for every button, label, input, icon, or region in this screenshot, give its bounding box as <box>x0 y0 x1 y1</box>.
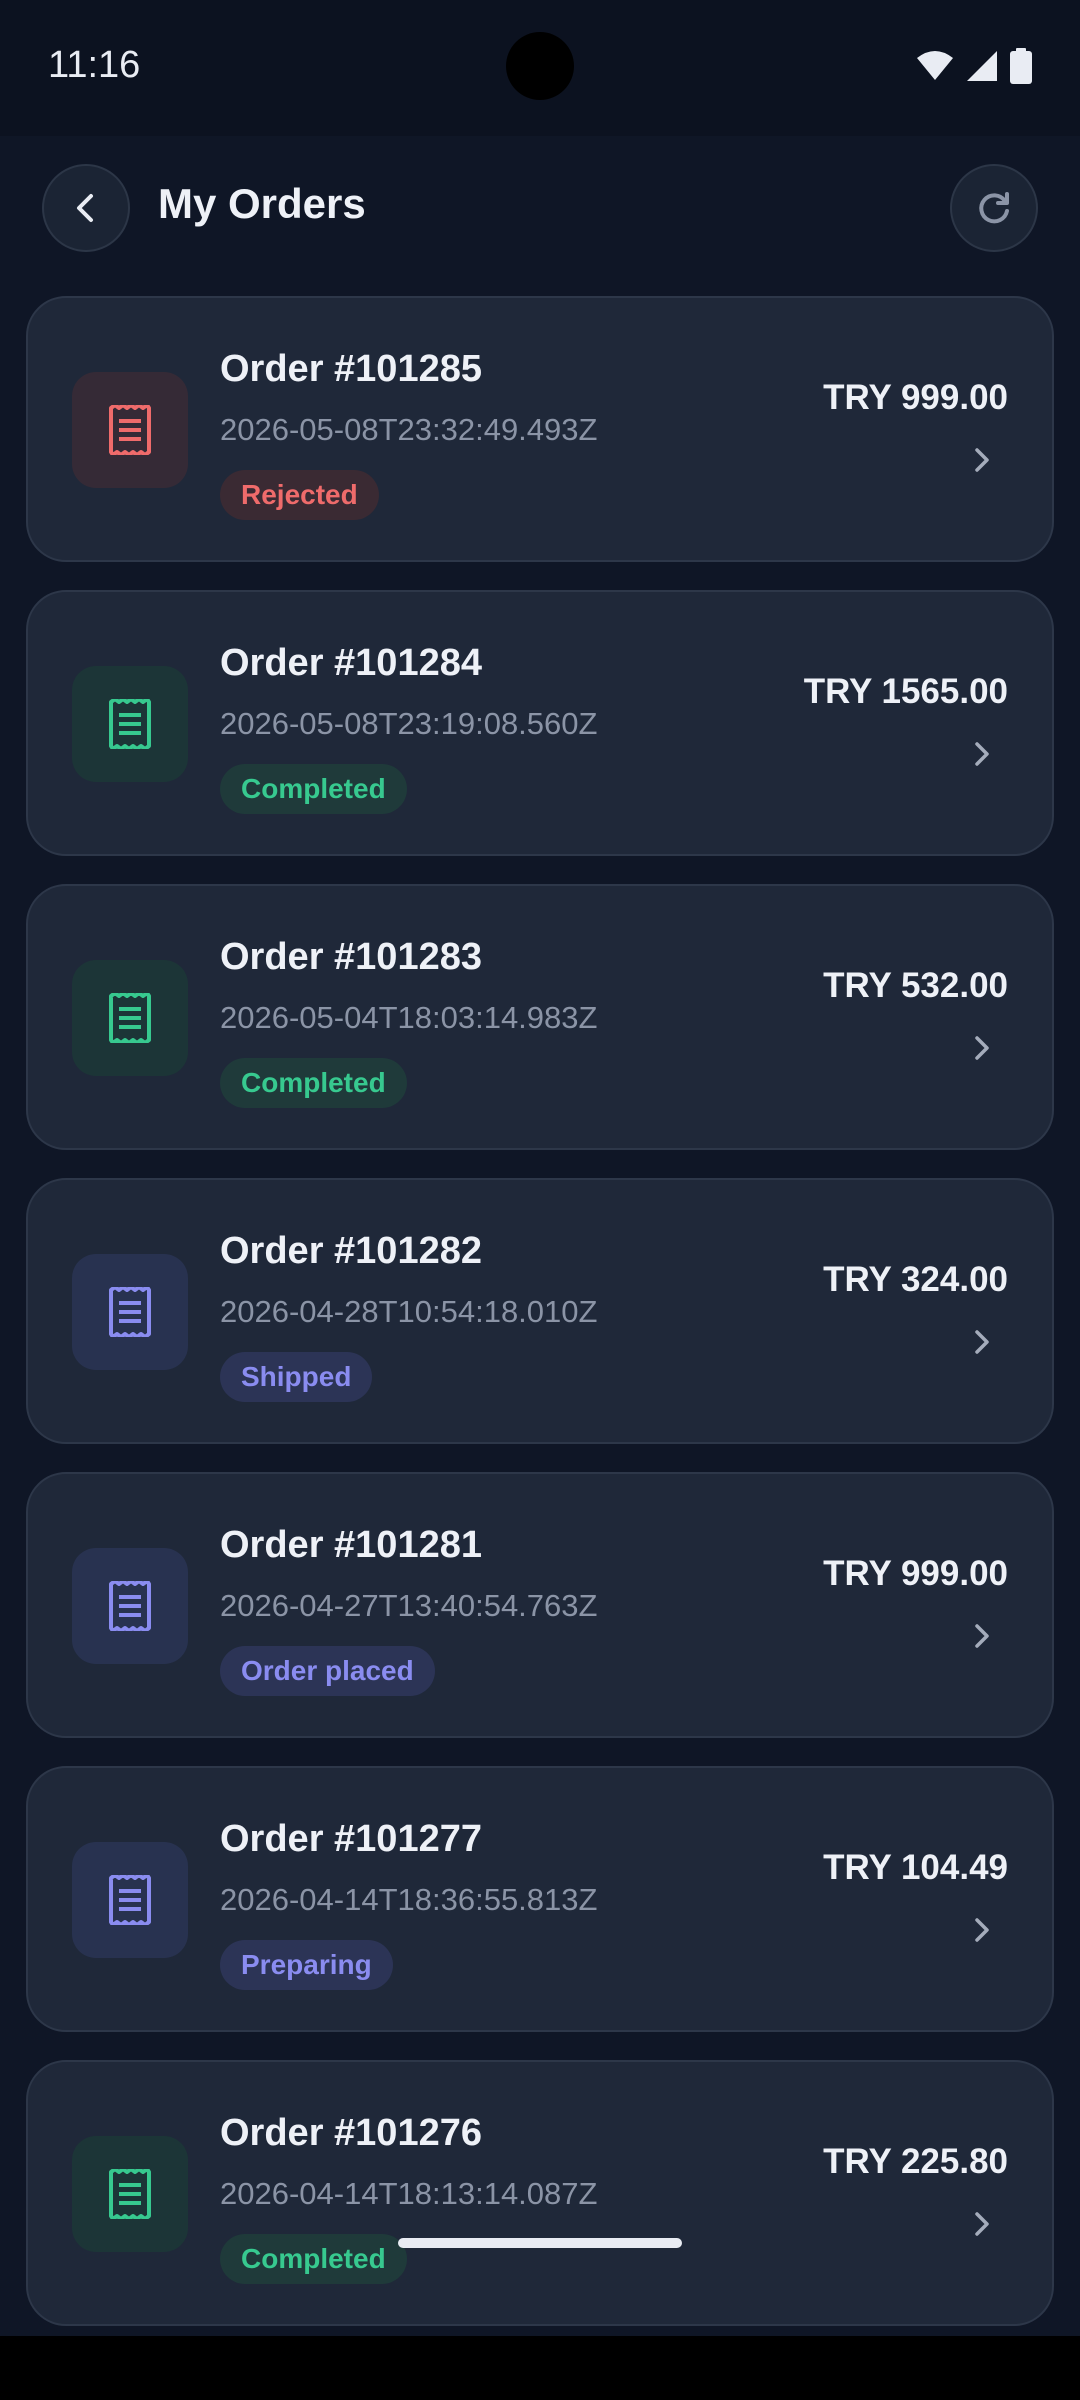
order-title: Order #101276 <box>220 2112 482 2154</box>
page-title: My Orders <box>158 180 366 227</box>
wifi-icon <box>917 51 953 80</box>
chevron-right-icon <box>975 2212 989 2236</box>
order-title: Order #101277 <box>220 1818 482 1860</box>
order-title: Order #101281 <box>220 1524 482 1566</box>
order-amount: TRY 225.80 <box>823 2142 1008 2181</box>
status-time: 11:16 <box>48 44 141 86</box>
receipt-icon <box>109 993 151 1043</box>
receipt-icon <box>109 1581 151 1631</box>
order-amount: TRY 532.00 <box>823 966 1008 1005</box>
receipt-icon <box>109 1875 151 1925</box>
status-badge: Order placed <box>220 1646 435 1696</box>
camera-cutout <box>506 32 574 100</box>
order-card[interactable]: Order #101283 2026-05-04T18:03:14.983Z C… <box>26 884 1054 1150</box>
chevron-right-icon <box>975 448 989 472</box>
order-card[interactable]: Order #101276 2026-04-14T18:13:14.087Z C… <box>26 2060 1054 2326</box>
order-list: Order #101285 2026-05-08T23:32:49.493Z R… <box>26 296 1054 2354</box>
order-title: Order #101282 <box>220 1230 482 1272</box>
chevron-right-icon <box>975 1624 989 1648</box>
back-arrow-icon <box>77 194 93 222</box>
order-amount: TRY 999.00 <box>823 1554 1008 1593</box>
status-badge: Preparing <box>220 1940 393 1990</box>
chevron-right-icon <box>975 1330 989 1354</box>
order-icon-container <box>72 1842 188 1958</box>
chevron-right-icon <box>975 1918 989 1942</box>
status-badge: Shipped <box>220 1352 373 1402</box>
order-title: Order #101285 <box>220 348 482 390</box>
order-card[interactable]: Order #101282 2026-04-28T10:54:18.010Z S… <box>26 1178 1054 1444</box>
order-amount: TRY 1565.00 <box>803 672 1008 711</box>
status-bar: 11:16 <box>0 0 1080 136</box>
order-date: 2026-04-14T18:13:14.087Z <box>220 2176 598 2211</box>
order-icon-container <box>72 960 188 1076</box>
receipt-icon <box>109 2169 151 2219</box>
navigation-bar <box>0 2336 1080 2400</box>
back-button[interactable] <box>42 164 130 252</box>
order-date: 2026-04-28T10:54:18.010Z <box>220 1294 598 1329</box>
chevron-right-icon <box>975 1036 989 1060</box>
chevron-right-icon <box>975 742 989 766</box>
refresh-icon <box>979 192 1009 224</box>
receipt-icon <box>109 699 151 749</box>
order-title: Order #101284 <box>220 642 482 684</box>
order-card[interactable]: Order #101285 2026-05-08T23:32:49.493Z R… <box>26 296 1054 562</box>
status-badge: Completed <box>220 1058 407 1108</box>
status-icons <box>916 48 1032 84</box>
order-icon-container <box>72 1548 188 1664</box>
order-icon-container <box>72 372 188 488</box>
order-title: Order #101283 <box>220 936 482 978</box>
order-date: 2026-05-08T23:19:08.560Z <box>220 706 598 741</box>
order-date: 2026-05-04T18:03:14.983Z <box>220 1000 598 1035</box>
order-date: 2026-04-27T13:40:54.763Z <box>220 1588 598 1623</box>
refresh-button[interactable] <box>950 164 1038 252</box>
battery-icon <box>1010 48 1032 84</box>
order-icon-container <box>72 666 188 782</box>
order-card[interactable]: Order #101284 2026-05-08T23:19:08.560Z C… <box>26 590 1054 856</box>
order-card[interactable]: Order #101277 2026-04-14T18:36:55.813Z P… <box>26 1766 1054 2032</box>
order-icon-container <box>72 1254 188 1370</box>
order-amount: TRY 999.00 <box>823 378 1008 417</box>
status-badge: Completed <box>220 2234 407 2284</box>
order-amount: TRY 324.00 <box>823 1260 1008 1299</box>
order-amount: TRY 104.49 <box>823 1848 1008 1887</box>
order-date: 2026-04-14T18:36:55.813Z <box>220 1882 598 1917</box>
app-bar: My Orders <box>0 136 1080 276</box>
status-badge: Rejected <box>220 470 379 520</box>
receipt-icon <box>109 1287 151 1337</box>
receipt-icon <box>109 405 151 455</box>
order-card[interactable]: Order #101281 2026-04-27T13:40:54.763Z O… <box>26 1472 1054 1738</box>
home-indicator[interactable] <box>398 2238 682 2248</box>
order-date: 2026-05-08T23:32:49.493Z <box>220 412 598 447</box>
order-icon-container <box>72 2136 188 2252</box>
status-badge: Completed <box>220 764 407 814</box>
signal-icon <box>967 51 997 81</box>
